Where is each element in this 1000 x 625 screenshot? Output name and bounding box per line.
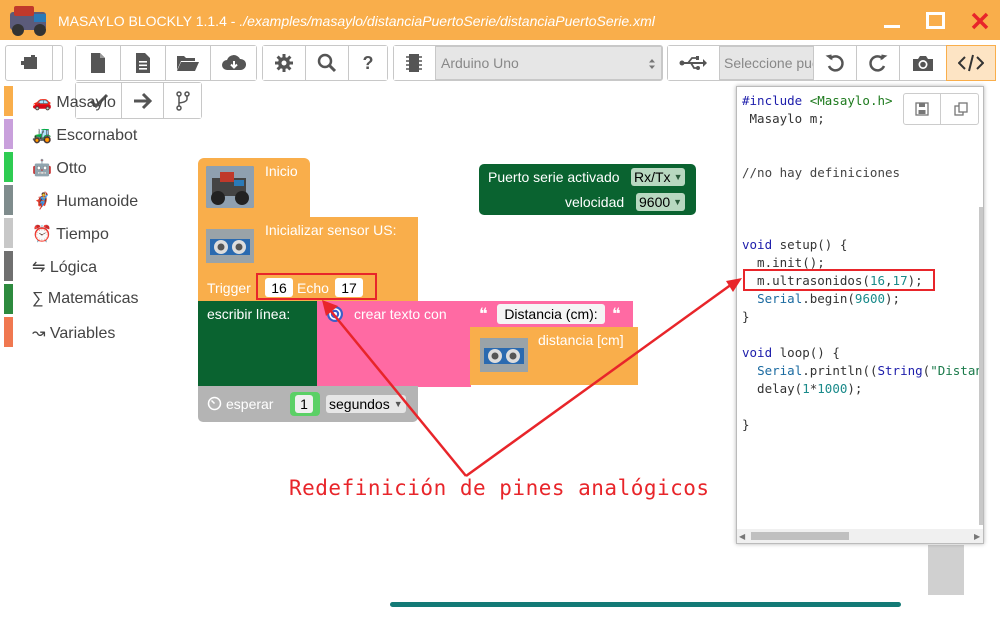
annotation-arrows xyxy=(322,278,742,478)
annotation-text: Redefinición de pines analógicos xyxy=(289,476,710,500)
